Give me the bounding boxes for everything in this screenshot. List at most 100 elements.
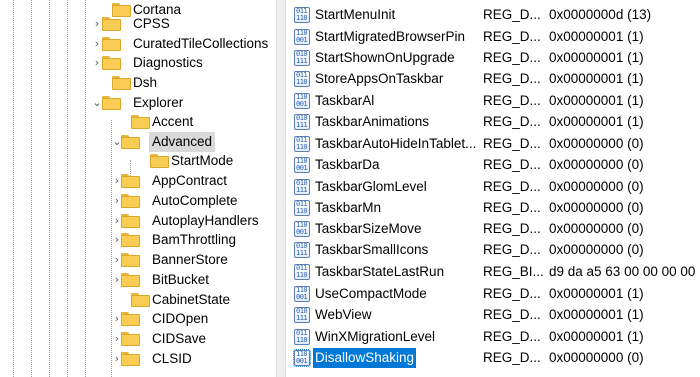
value-row-startmenuinit[interactable]: 011 110 StartMenuInit REG_D... 0x0000000d (1… (286, 5, 700, 25)
value-name: TaskbarGlomLevel (315, 179, 427, 194)
value-type: REG_D... (483, 242, 541, 257)
value-row-taskbarmn[interactable]: 011 110 TaskbarMn REG_D... 0x00000000 (0) (286, 198, 700, 218)
value-row-disallowshaking[interactable]: 110 001 DisallowShaking REG_D... 0x00000000 … (286, 348, 700, 368)
value-row-usecompactmode[interactable]: 110 001 UseCompactMode REG_D... 0x00000001 (… (286, 284, 700, 304)
binary-value-icon: 011 110 (294, 200, 310, 216)
tree-item-diagnostics[interactable]: › Diagnostics (0, 53, 276, 73)
tree-item-label: Diagnostics (133, 55, 203, 70)
value-type: REG_D... (483, 329, 541, 344)
tree-item-clsid[interactable]: › CLSID (0, 349, 276, 369)
value-name: TaskbarMn (315, 200, 382, 215)
value-data: 0x00000000 (0) (549, 136, 644, 151)
value-row-taskbarsizemove[interactable]: 110 001 TaskbarSizeMove REG_D... 0x00000000 … (286, 219, 700, 239)
tree-item-advanced[interactable]: ⌄ Advanced (0, 132, 276, 152)
registry-key-tree[interactable]: Cortana › CPSS › CuratedTileCollections › Diag… (0, 0, 276, 377)
folder-icon (102, 56, 121, 71)
value-type: REG_BI... (483, 264, 544, 279)
tree-item-appcontract[interactable]: › AppContract (0, 171, 276, 191)
value-name: UseCompactMode (315, 286, 427, 301)
tree-item-startmode[interactable]: StartMode (0, 151, 276, 171)
folder-icon (131, 115, 150, 130)
value-row-storeappsontaskbar[interactable]: 011 110 StoreAppsOnTaskbar REG_D... 0x000000… (286, 69, 700, 89)
tree-item-cidsave[interactable]: › CIDSave (0, 329, 276, 349)
value-data: d9 da a5 63 00 00 00 00 (549, 264, 696, 279)
tree-item-label: CuratedTileCollections (133, 36, 269, 51)
tree-item-label: StartMode (171, 153, 234, 168)
value-data: 0x00000000 (0) (549, 221, 644, 236)
binary-value-icon: 110 001 (294, 29, 310, 45)
tree-item-label: AutoplayHandlers (152, 213, 259, 228)
value-name: TaskbarSmallIcons (315, 242, 429, 257)
folder-icon (131, 293, 150, 308)
tree-item-curatedtilecollections[interactable]: › CuratedTileCollections (0, 34, 276, 54)
tree-item-accent[interactable]: Accent (0, 112, 276, 132)
tree-item-cpss[interactable]: › CPSS (0, 14, 276, 34)
folder-icon (121, 332, 140, 347)
binary-value-icon: 010 111 (294, 50, 310, 66)
value-row-taskbarda[interactable]: 110 001 TaskbarDa REG_D... 0x00000000 (0) (286, 155, 700, 175)
value-name: TaskbarSizeMove (315, 221, 422, 236)
value-name: DisallowShaking (313, 348, 417, 368)
value-row-taskbarglomlevel[interactable]: 010 111 TaskbarGlomLevel REG_D... 0x00000000… (286, 177, 700, 197)
registry-values-list[interactable]: 011 110 StartMenuInit REG_D... 0x0000000d (1… (286, 0, 700, 377)
value-data: 0x00000000 (0) (549, 157, 644, 172)
folder-icon (121, 273, 140, 288)
binary-value-icon: 010 111 (294, 242, 310, 258)
tree-item-bannerstore[interactable]: › BannerStore (0, 250, 276, 270)
value-type: REG_D... (483, 221, 541, 236)
folder-icon (121, 135, 140, 150)
value-name: TaskbarStateLastRun (315, 264, 445, 279)
value-type: REG_D... (483, 114, 541, 129)
tree-item-bamthrottling[interactable]: › BamThrottling (0, 230, 276, 250)
binary-value-icon: 010 111 (294, 179, 310, 195)
tree-item-autocomplete[interactable]: › AutoComplete (0, 191, 276, 211)
binary-value-icon: 110 001 (294, 157, 310, 173)
value-data: 0x00000001 (1) (549, 329, 644, 344)
value-row-taskbarsmallicons[interactable]: 010 111 TaskbarSmallIcons REG_D... 0x0000000… (286, 240, 700, 260)
tree-item-explorer[interactable]: ⌄ Explorer (0, 93, 276, 113)
tree-item-label: Advanced (149, 132, 216, 152)
value-row-winxmigrationlevel[interactable]: 011 110 WinXMigrationLevel REG_D... 0x000000… (286, 327, 700, 347)
value-name: WebView (315, 307, 372, 322)
value-row-startshownonupgrade[interactable]: 010 111 StartShownOnUpgrade REG_D... 0x00000… (286, 48, 700, 68)
binary-value-icon: 011 110 (294, 7, 310, 23)
value-type: REG_D... (483, 286, 541, 301)
value-row-startmigratedbrowserpin[interactable]: 110 001 StartMigratedBrowserPin REG_D... 0x0… (286, 27, 700, 47)
value-type: REG_D... (483, 200, 541, 215)
tree-item-bitbucket[interactable]: › BitBucket (0, 270, 276, 290)
tree-item-label: Accent (152, 114, 194, 129)
value-name: TaskbarAnimations (315, 114, 430, 129)
value-name: StartMenuInit (315, 7, 396, 22)
tree-item-cidopen[interactable]: › CIDOpen (0, 309, 276, 329)
tree-item-label: AutoComplete (152, 193, 238, 208)
folder-icon (121, 233, 140, 248)
value-type: REG_D... (483, 50, 541, 65)
binary-value-icon: 110 001 (293, 349, 311, 367)
value-row-taskbaral[interactable]: 110 001 TaskbarAl REG_D... 0x00000001 (1) (286, 91, 700, 111)
value-data: 0x0000000d (13) (549, 7, 652, 22)
tree-item-label: BamThrottling (152, 232, 237, 247)
folder-icon (121, 194, 140, 209)
tree-item-label: CIDSave (152, 331, 207, 346)
value-data: 0x00000000 (0) (549, 200, 644, 215)
value-type: REG_D... (483, 29, 541, 44)
value-type: REG_D... (483, 307, 541, 322)
value-row-webview[interactable]: 010 111 WebView REG_D... 0x00000001 (1) (286, 305, 700, 325)
folder-icon (121, 253, 140, 268)
tree-item-cabinetstate[interactable]: CabinetState (0, 290, 276, 310)
binary-value-icon: 110 001 (294, 93, 310, 109)
value-type: REG_D... (483, 7, 541, 22)
value-name: TaskbarAutoHideInTablet... (315, 136, 477, 151)
tree-item-label: Dsh (133, 75, 158, 90)
folder-icon (102, 37, 121, 52)
folder-icon (102, 96, 121, 111)
value-name: StartShownOnUpgrade (315, 50, 455, 65)
tree-item-autoplayhandlers[interactable]: › AutoplayHandlers (0, 211, 276, 231)
value-row-taskbarstatelastrun[interactable]: 011 110 TaskbarStateLastRun REG_BI... d9 da … (286, 262, 700, 282)
value-row-taskbarautohideintablet[interactable]: 011 110 TaskbarAutoHideInTablet... REG_D...… (286, 134, 700, 154)
tree-item-label: CabinetState (152, 292, 231, 307)
tree-item-dsh[interactable]: Dsh (0, 73, 276, 93)
pane-splitter[interactable] (276, 0, 286, 377)
value-type: REG_D... (483, 71, 541, 86)
value-row-taskbaranimations[interactable]: 010 111 TaskbarAnimations REG_D... 0x0000000… (286, 112, 700, 132)
